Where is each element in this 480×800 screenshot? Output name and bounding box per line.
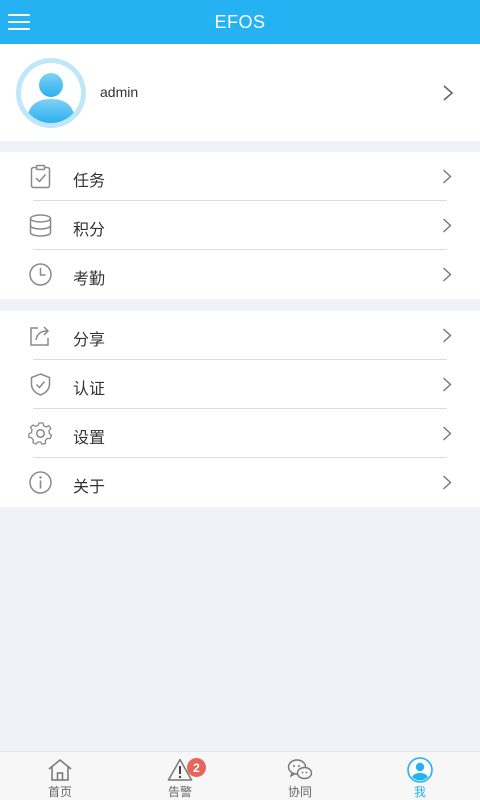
menu-item-label: 设置	[73, 430, 106, 447]
hamburger-menu-icon[interactable]	[8, 10, 32, 34]
user-avatar-icon	[16, 58, 86, 128]
menu-item-settings[interactable]: 设置	[0, 409, 480, 458]
database-icon	[29, 214, 52, 237]
chevron-right-icon	[443, 377, 452, 392]
app-title: EFOS	[214, 11, 266, 32]
menu-item-verification[interactable]: 认证	[0, 360, 480, 409]
chevron-right-icon	[443, 169, 452, 184]
tab-label: 告警	[167, 785, 192, 799]
menu-group-1: 任务 积分 考勤	[0, 152, 480, 299]
menu-item-attendance[interactable]: 考勤	[0, 250, 480, 299]
menu-item-about[interactable]: 关于	[0, 458, 480, 507]
profile-card[interactable]: admin	[0, 44, 480, 141]
menu-item-label: 考勤	[73, 271, 106, 288]
menu-item-label: 任务	[73, 173, 106, 190]
shield-check-icon	[30, 373, 51, 396]
alerts-badge: 2	[187, 758, 206, 777]
tab-label: 首页	[47, 785, 72, 799]
chevron-right-icon	[443, 267, 452, 282]
menu-item-label: 认证	[73, 381, 106, 398]
home-icon	[48, 759, 72, 781]
menu-item-label: 分享	[73, 332, 106, 349]
tab-alerts[interactable]: 告警	[120, 752, 240, 800]
chevron-right-icon	[443, 218, 452, 233]
top-app-bar: EFOS	[0, 0, 480, 44]
bottom-tab-bar: 首页 告警 协同 我	[0, 751, 480, 800]
menu-item-tasks[interactable]: 任务	[0, 152, 480, 201]
clock-icon	[29, 263, 52, 286]
chevron-right-icon	[443, 85, 454, 101]
gear-icon	[28, 422, 53, 446]
user-icon	[407, 757, 433, 783]
tab-home[interactable]: 首页	[0, 752, 120, 800]
tab-label: 我	[413, 785, 426, 799]
chevron-right-icon	[443, 475, 452, 490]
chat-icon	[287, 759, 313, 780]
info-icon	[29, 471, 52, 494]
menu-item-share[interactable]: 分享	[0, 311, 480, 360]
tab-label: 协同	[287, 785, 312, 799]
chevron-right-icon	[443, 328, 452, 343]
tab-me[interactable]: 我	[360, 752, 480, 800]
clipboard-check-icon	[30, 164, 51, 189]
chevron-right-icon	[443, 426, 452, 441]
menu-item-points[interactable]: 积分	[0, 201, 480, 250]
username: admin	[100, 84, 139, 100]
menu-item-label: 关于	[73, 479, 106, 496]
menu-item-label: 积分	[73, 222, 106, 239]
menu-group-2: 分享 认证 设置 关于	[0, 311, 480, 507]
share-icon	[30, 326, 50, 346]
tab-collaboration[interactable]: 协同	[240, 752, 360, 800]
